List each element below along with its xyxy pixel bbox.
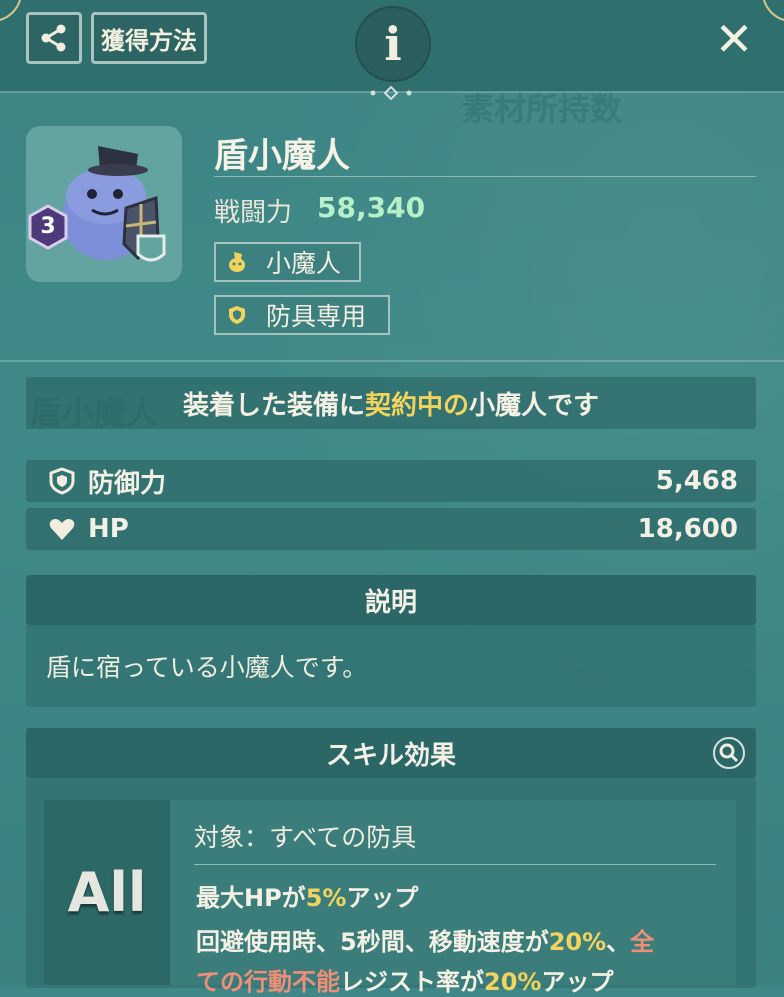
effect-value: 20%: [548, 928, 607, 956]
effect-text: アップ: [346, 884, 419, 912]
effect-text: アップ: [541, 968, 614, 996]
effect-text: 、: [606, 928, 631, 956]
stat-label: HP: [88, 514, 129, 544]
how-to-obtain-button[interactable]: 獲得方法: [91, 12, 207, 64]
divider: [194, 864, 716, 865]
notice-text: 小魔人です: [469, 390, 600, 421]
notice-text: 装着した装備に: [182, 390, 365, 421]
effect-value: 5%: [305, 884, 347, 912]
effect-text: 最大HPが: [196, 884, 306, 912]
frame-corner: [762, 0, 784, 22]
description-text: 盾に宿っている小魔人です。: [26, 625, 756, 707]
category-label: 小魔人: [266, 249, 342, 278]
equipment-type-label: 防具専用: [266, 302, 367, 331]
stat-value: 18,600: [637, 514, 738, 544]
shield-icon: [49, 467, 75, 495]
info-button[interactable]: i: [355, 6, 431, 82]
imp-icon: [226, 251, 248, 273]
contract-notice: 装着した装備に 契約中の 小魔人です: [26, 377, 756, 429]
share-button[interactable]: [26, 12, 82, 64]
frame-corner: [0, 0, 22, 22]
skill-effect-line: ての行動不能レジスト率が20%アップ: [196, 962, 613, 997]
skill-effect-line: 回避使用時、5秒間、移動速度が20%、全: [196, 922, 654, 957]
skill-effect-line: 最大HPが5%アップ: [196, 878, 418, 913]
skill-target: 対象：すべての防具: [194, 823, 417, 852]
share-icon: [41, 24, 66, 52]
notice-highlight: 契約中の: [364, 390, 469, 421]
stat-label: 防御力: [88, 468, 167, 499]
effect-text: 回避使用時、5秒間、移動速度が: [196, 928, 549, 956]
skill-title: スキル効果: [325, 740, 456, 771]
effect-warning: ての行動不能: [196, 968, 340, 996]
close-button[interactable]: ✕: [712, 14, 756, 64]
equipment-type-tag: 防具専用: [214, 295, 390, 335]
effect-text: レジスト率が: [340, 968, 484, 996]
skill-header: スキル効果: [26, 728, 756, 778]
divider: [214, 176, 756, 177]
shield-icon: [226, 304, 248, 326]
heart-icon: [49, 519, 75, 540]
effect-warning: 全: [630, 928, 655, 956]
stat-row-defense: 防御力 5,468: [26, 460, 756, 502]
divider-ornament: [370, 86, 412, 100]
power-value: 58,340: [317, 191, 426, 224]
skill-scope-badge: All: [44, 800, 170, 985]
magnify-button[interactable]: [712, 736, 746, 770]
effect-value: 20%: [484, 968, 542, 996]
divider: [0, 360, 784, 362]
stat-row-hp: HP 18,600: [26, 508, 756, 550]
level-value: 3: [40, 214, 56, 239]
category-tag: 小魔人: [214, 242, 361, 282]
item-name: 盾小魔人: [214, 136, 350, 176]
stat-value: 5,468: [655, 466, 738, 496]
item-portrait: 3: [26, 126, 182, 282]
description-header: 説明: [26, 575, 756, 625]
power-label: 戦闘力: [214, 198, 293, 228]
